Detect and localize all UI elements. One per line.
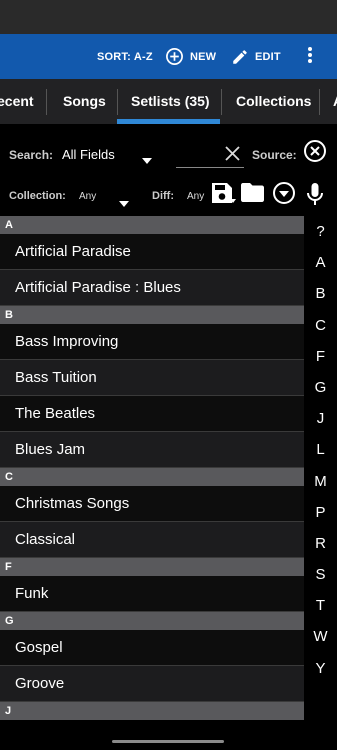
save-icon[interactable] <box>211 182 237 211</box>
source-label: Source: <box>252 148 297 162</box>
status-bar <box>0 0 337 34</box>
setlist-item[interactable]: Gospel <box>0 630 304 666</box>
index-letter[interactable]: C <box>304 310 337 341</box>
more-menu-button[interactable] <box>302 34 318 79</box>
pencil-icon <box>231 48 249 66</box>
tab-divider <box>46 89 47 115</box>
index-letter[interactable]: G <box>304 372 337 403</box>
collection-select[interactable]: Any <box>79 191 96 202</box>
setlist-item[interactable]: The Beatles <box>0 396 304 432</box>
alphabet-index[interactable]: ? A B C F G J L M P R S T W Y <box>304 216 337 684</box>
index-letter[interactable]: W <box>304 621 337 652</box>
setlist-item[interactable]: Artificial Paradise : Blues <box>0 270 304 306</box>
section-header: F <box>0 558 304 576</box>
tab-artists[interactable]: A <box>333 79 337 124</box>
new-button[interactable]: NEW <box>165 34 216 79</box>
setlist-item[interactable]: Bass Improving <box>0 324 304 360</box>
section-header: G <box>0 612 304 630</box>
setlist-list[interactable]: A Artificial Paradise Artificial Paradise … <box>0 216 304 720</box>
microphone-icon[interactable] <box>306 182 324 211</box>
section-header: B <box>0 306 304 324</box>
index-letter[interactable]: L <box>304 434 337 465</box>
tab-setlists[interactable]: Setlists (35) <box>131 79 210 124</box>
tab-divider <box>117 89 118 115</box>
setlist-item[interactable]: Classical <box>0 522 304 558</box>
dropdown-circle-icon[interactable] <box>272 181 296 210</box>
tab-songs[interactable]: Songs <box>63 79 106 124</box>
folder-icon[interactable] <box>240 182 265 208</box>
index-letter[interactable]: F <box>304 341 337 372</box>
close-circle-icon[interactable] <box>303 139 327 168</box>
setlist-item[interactable]: Blues Jam <box>0 432 304 468</box>
search-label: Search: <box>9 148 54 162</box>
gesture-nav-bar[interactable] <box>112 740 224 743</box>
top-toolbar: SORT: A-Z NEW EDIT <box>0 34 337 79</box>
tab-divider <box>221 89 222 115</box>
index-letter[interactable]: R <box>304 528 337 559</box>
more-vert-icon <box>307 46 313 67</box>
search-field-select[interactable]: All Fields <box>62 147 115 162</box>
tab-recent[interactable]: ecent <box>0 79 34 124</box>
chevron-down-icon[interactable] <box>142 151 152 169</box>
new-label: NEW <box>190 50 217 63</box>
index-letter[interactable]: T <box>304 590 337 621</box>
section-header: C <box>0 468 304 486</box>
tab-collections[interactable]: Collections <box>236 79 311 124</box>
tab-selected-indicator <box>117 119 220 124</box>
collection-label: Collection: <box>9 190 66 202</box>
edit-label: EDIT <box>255 50 281 63</box>
difficulty-select[interactable]: Any <box>187 191 204 202</box>
sort-label: SORT: A-Z <box>97 50 153 63</box>
setlist-item[interactable]: Bass Tuition <box>0 360 304 396</box>
index-letter[interactable]: P <box>304 497 337 528</box>
index-letter[interactable]: B <box>304 278 337 309</box>
index-letter[interactable]: J <box>304 403 337 434</box>
section-header: J <box>0 702 304 720</box>
setlist-item[interactable]: Funk <box>0 576 304 612</box>
tab-divider <box>319 89 320 115</box>
index-letter[interactable]: Y <box>304 653 337 684</box>
close-icon[interactable] <box>224 145 241 167</box>
chevron-down-icon[interactable] <box>119 194 129 212</box>
index-letter[interactable]: A <box>304 247 337 278</box>
setlist-item[interactable]: Artificial Paradise <box>0 234 304 270</box>
tab-bar: ecent Songs Setlists (35) Collections A <box>0 79 337 124</box>
add-circle-icon <box>165 47 184 66</box>
setlist-item[interactable]: Groove <box>0 666 304 702</box>
sort-button[interactable]: SORT: A-Z <box>97 34 153 79</box>
difficulty-label: Diff: <box>152 190 174 202</box>
section-header: A <box>0 216 304 234</box>
edit-button[interactable]: EDIT <box>231 34 281 79</box>
index-letter[interactable]: S <box>304 559 337 590</box>
index-letter[interactable]: M <box>304 466 337 497</box>
index-letter[interactable]: ? <box>304 216 337 247</box>
setlist-item[interactable]: Christmas Songs <box>0 486 304 522</box>
